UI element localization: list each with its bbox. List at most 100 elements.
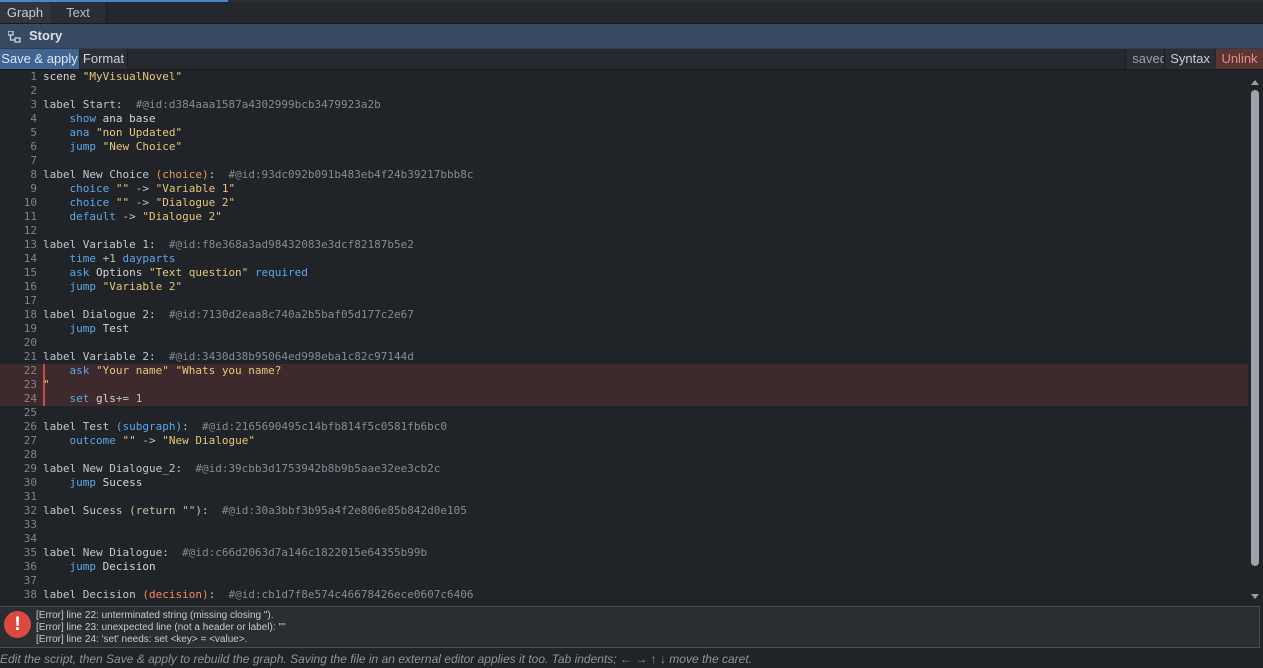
line-number: 8 bbox=[30, 168, 37, 181]
line-number: 34 bbox=[23, 532, 37, 545]
code-token: label New Choice bbox=[43, 168, 156, 181]
code-line[interactable]: 1 scene "MyVisualNovel" bbox=[0, 70, 1248, 84]
code-line[interactable]: 8 label New Choice (choice): #@id:93dc092… bbox=[0, 168, 1248, 182]
code-line[interactable]: 12 bbox=[0, 224, 1248, 238]
line-number: 15 bbox=[23, 266, 37, 279]
code-line[interactable]: 9 choice "" -> "Variable 1" bbox=[0, 182, 1248, 196]
code-line[interactable]: 3 label Start: #@id:d384aaa1587a4302999bc… bbox=[0, 98, 1248, 112]
code-token: choice bbox=[43, 196, 116, 209]
code-line[interactable]: 37 bbox=[0, 574, 1248, 588]
code-line[interactable]: 31 bbox=[0, 490, 1248, 504]
code-token: label Variable 1: bbox=[43, 238, 156, 251]
line-number: 29 bbox=[23, 462, 37, 475]
line-number: 2 bbox=[30, 84, 37, 97]
code-token: #@id:cb1d7f8e574c46678426ece0607c6406 bbox=[215, 588, 474, 601]
code-token: "Dialogue 2" bbox=[142, 210, 222, 223]
code-line[interactable]: 21 label Variable 2: #@id:3430d38b95064ed… bbox=[0, 350, 1248, 364]
code-token: label Variable 2: bbox=[43, 350, 156, 363]
code-line[interactable]: 18 label Dialogue 2: #@id:7130d2eaa8c740a… bbox=[0, 308, 1248, 322]
code-token: outcome bbox=[43, 434, 123, 447]
code-line[interactable]: 23 " bbox=[0, 378, 1248, 392]
code-text: label Sucess (return ""): #@id:30a3bbf3b… bbox=[43, 504, 467, 518]
unlink-button[interactable]: Unlink bbox=[1216, 49, 1263, 69]
code-line[interactable]: 29 label New Dialogue_2: #@id:39cbb3d1753… bbox=[0, 462, 1248, 476]
code-line[interactable]: 20 bbox=[0, 336, 1248, 350]
code-line[interactable]: 22 ask "Your name" "Whats you name? bbox=[0, 364, 1248, 378]
format-button[interactable]: Format bbox=[80, 49, 128, 69]
code-token: (decision) bbox=[142, 588, 209, 601]
line-number: 5 bbox=[30, 126, 37, 139]
code-line[interactable]: 11 default -> "Dialogue 2" bbox=[0, 210, 1248, 224]
line-number: 14 bbox=[23, 252, 37, 265]
code-token: (choice) bbox=[155, 168, 209, 181]
code-token: "Variable 1" bbox=[155, 182, 236, 195]
line-number: 30 bbox=[23, 476, 37, 489]
code-token: gls bbox=[95, 392, 116, 405]
code-line[interactable]: 38 label Decision (decision): #@id:cb1d7f… bbox=[0, 588, 1248, 602]
code-token: Decision bbox=[102, 560, 156, 573]
code-token: #@id:d384aaa1587a4302999bcb3479923a2b bbox=[122, 98, 381, 111]
code-line[interactable]: 25 bbox=[0, 406, 1248, 420]
code-token: time bbox=[43, 252, 103, 265]
code-line[interactable]: 28 bbox=[0, 448, 1248, 462]
tab-text[interactable]: Text bbox=[50, 2, 107, 23]
code-token: default bbox=[43, 210, 123, 223]
code-line[interactable]: 10 choice "" -> "Dialogue 2" bbox=[0, 196, 1248, 210]
code-line[interactable]: 36 jump Decision bbox=[0, 560, 1248, 574]
code-token: -> bbox=[122, 210, 143, 223]
line-number: 32 bbox=[23, 504, 37, 517]
save-apply-button[interactable]: Save & apply bbox=[0, 49, 79, 69]
code-line[interactable]: 6 jump "New Choice" bbox=[0, 140, 1248, 154]
code-token: -> bbox=[135, 434, 163, 447]
line-number: 1 bbox=[30, 70, 37, 83]
line-number: 38 bbox=[23, 588, 37, 601]
code-editor[interactable]: 1 scene "MyVisualNovel" 2 3 label Start: #@i… bbox=[0, 70, 1248, 605]
code-token: required bbox=[254, 266, 308, 279]
line-number: 4 bbox=[30, 112, 37, 125]
code-line[interactable]: 13 label Variable 1: #@id:f8e368a3ad98432… bbox=[0, 238, 1248, 252]
code-text: time +1 dayparts bbox=[43, 252, 175, 266]
scroll-thumb[interactable] bbox=[1251, 90, 1259, 566]
editor-scrollbar[interactable] bbox=[1248, 78, 1263, 605]
code-line[interactable]: 15 ask Options "Text question" required bbox=[0, 266, 1248, 280]
line-number: 9 bbox=[30, 182, 37, 195]
code-text: label Variable 1: #@id:f8e368a3ad9843208… bbox=[43, 238, 414, 252]
code-text: jump Decision bbox=[43, 560, 156, 574]
tab-graph[interactable]: Graph bbox=[0, 2, 51, 23]
code-line[interactable]: 26 label Test (subgraph): #@id:2165690495… bbox=[0, 420, 1248, 434]
code-line[interactable]: 17 bbox=[0, 294, 1248, 308]
scroll-up-icon[interactable] bbox=[1251, 80, 1259, 85]
code-line[interactable]: 19 jump Test bbox=[0, 322, 1248, 336]
code-line[interactable]: 5 ana "non Updated" bbox=[0, 126, 1248, 140]
line-number: 16 bbox=[23, 280, 37, 293]
code-token: scene bbox=[43, 70, 83, 83]
scroll-down-icon[interactable] bbox=[1251, 594, 1259, 599]
code-line[interactable]: 35 label New Dialogue: #@id:c66d2063d7a14… bbox=[0, 546, 1248, 560]
code-line[interactable]: 24 set gls+= 1 bbox=[0, 392, 1248, 406]
code-line[interactable]: 27 outcome "" -> "New Dialogue" bbox=[0, 434, 1248, 448]
error-panel: ! [Error] line 22: unterminated string (… bbox=[0, 606, 1260, 648]
error-message: [Error] line 23: unexpected line (not a … bbox=[36, 622, 286, 633]
code-line[interactable]: 30 jump Sucess bbox=[0, 476, 1248, 490]
syntax-button[interactable]: Syntax bbox=[1164, 49, 1215, 69]
code-token: ana bbox=[43, 126, 96, 139]
code-token: jump bbox=[43, 476, 103, 489]
code-line[interactable]: 32 label Sucess (return ""): #@id:30a3bbf… bbox=[0, 504, 1248, 518]
code-line[interactable]: 7 bbox=[0, 154, 1248, 168]
code-token: += 1 bbox=[115, 392, 143, 405]
line-number: 12 bbox=[23, 224, 37, 237]
code-line[interactable]: 34 bbox=[0, 532, 1248, 546]
error-icon: ! bbox=[4, 611, 31, 638]
code-token: #@id:2165690495c14bfb814f5c0581fb6bc0 bbox=[188, 420, 447, 433]
code-token: #@id:7130d2eaa8c740a2b5baf05d177c2e67 bbox=[155, 308, 414, 321]
code-line[interactable]: 14 time +1 dayparts bbox=[0, 252, 1248, 266]
code-text: label Test (subgraph): #@id:2165690495c1… bbox=[43, 420, 447, 434]
code-line[interactable]: 2 bbox=[0, 84, 1248, 98]
code-line[interactable]: 4 show ana base bbox=[0, 112, 1248, 126]
code-line[interactable]: 16 jump "Variable 2" bbox=[0, 280, 1248, 294]
code-text: label Variable 2: #@id:3430d38b95064ed99… bbox=[43, 350, 414, 364]
tree-icon[interactable] bbox=[7, 30, 21, 43]
code-line[interactable]: 33 bbox=[0, 518, 1248, 532]
code-text: ana "non Updated" bbox=[43, 126, 182, 140]
code-token: show bbox=[43, 112, 103, 125]
